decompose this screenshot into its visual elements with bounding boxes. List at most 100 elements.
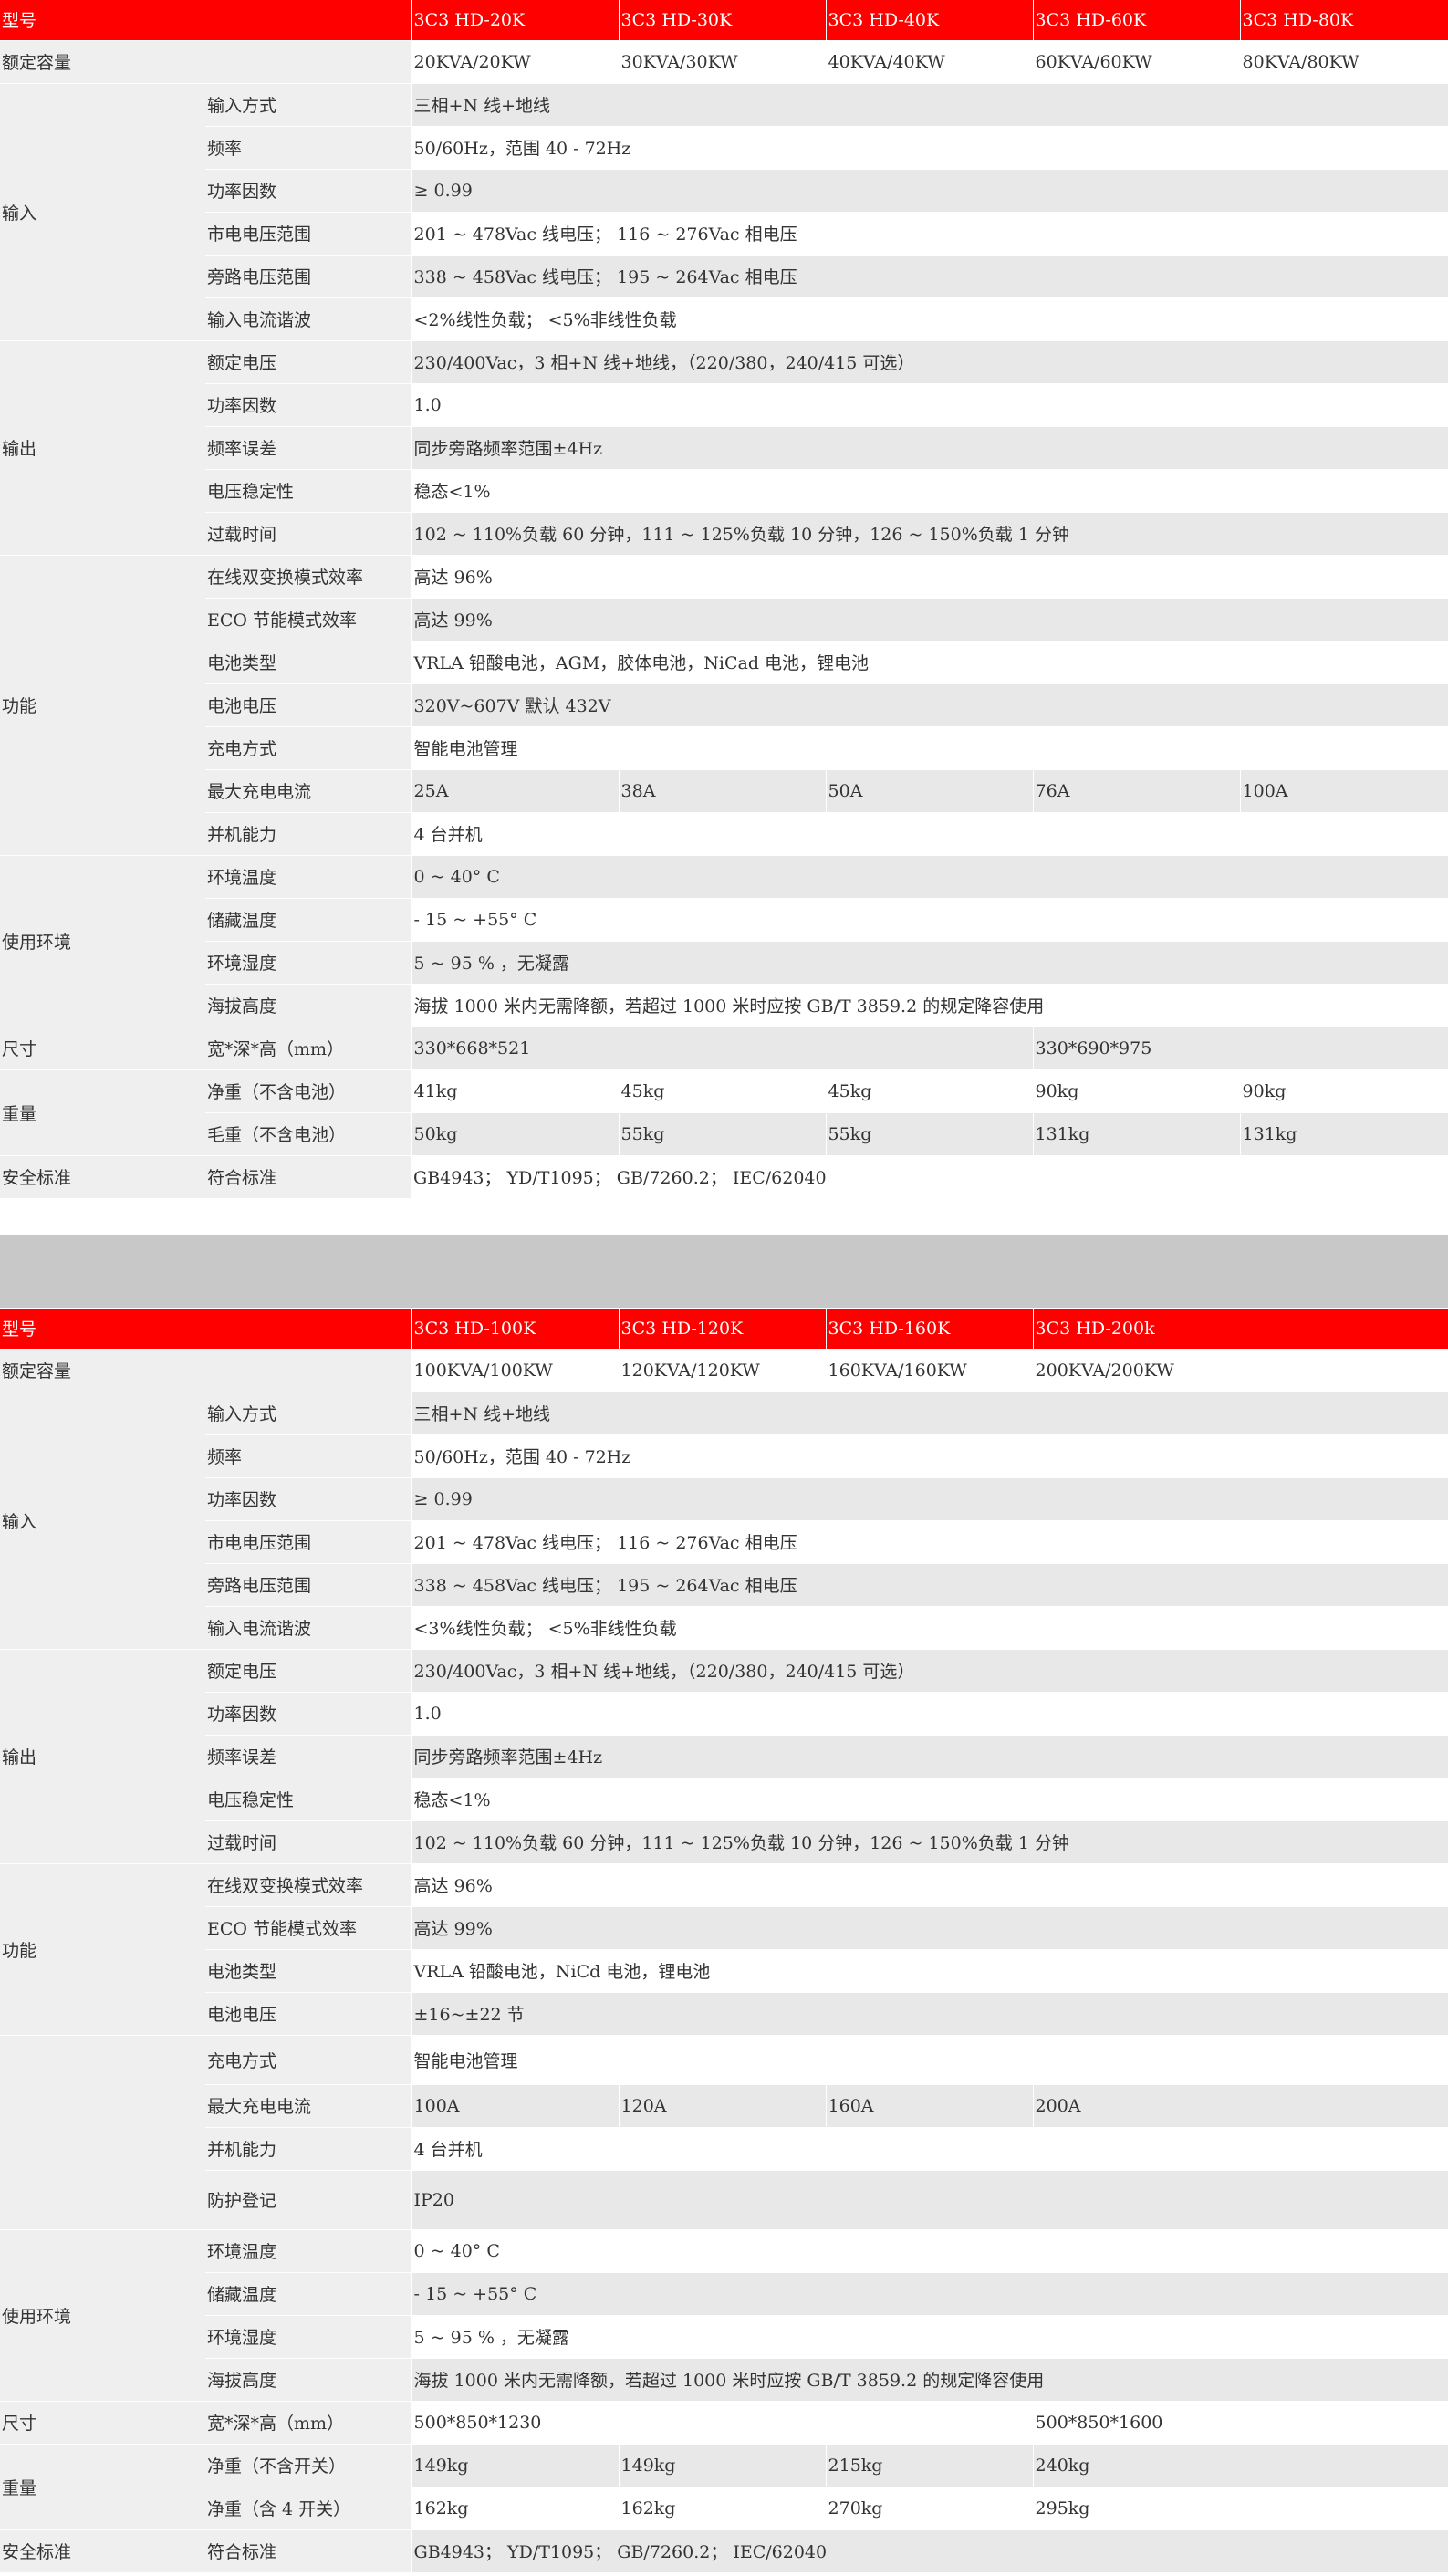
- function-extra-row: 充电方式 智能电池管理: [0, 2034, 1448, 2229]
- size-group-label: 尺寸: [0, 2400, 205, 2444]
- spec-label: ECO 节能模式效率: [205, 1905, 412, 1949]
- spec-label: 电压稳定性: [205, 468, 412, 512]
- output-group-label: 输出: [0, 339, 205, 555]
- spec-value: <3%线性负载； <5%非线性负载: [411, 1605, 1448, 1649]
- spec-label: 电池类型: [205, 640, 412, 683]
- function-extra-row: 最大充电电流 100A 120A 160A 200A: [0, 2083, 1448, 2127]
- spec-label: 海拔高度: [205, 983, 412, 1027]
- spec-label: 功率因数: [205, 382, 412, 426]
- spec-value: 4 台并机: [411, 2126, 1448, 2170]
- weight-value: 240kg: [1032, 2443, 1448, 2487]
- weight-value: 270kg: [825, 2486, 1034, 2529]
- size-value: 500*850*1600: [1032, 2400, 1448, 2444]
- weight-value: 45kg: [618, 1069, 827, 1112]
- spec-label: 充电方式: [205, 725, 412, 769]
- spec-label: 环境湿度: [205, 2314, 412, 2358]
- spec-value: 高达 96%: [411, 1862, 1448, 1906]
- spec-table-100k-200k: 型号 3C3 HD-100K 3C3 HD-120K 3C3 HD-160K 3…: [0, 1309, 1448, 2572]
- rated-capacity-label: 额定容量: [0, 39, 412, 83]
- function-row: 电池电压 320V~607V 默认 432V: [0, 683, 1448, 726]
- spec-label: 旁路电压范围: [205, 254, 412, 297]
- environment-row: 储藏温度 - 15 ~ +55° C: [0, 897, 1448, 941]
- input-row: 市电电压范围 201 ~ 478Vac 线电压； 116 ~ 276Vac 相电…: [0, 211, 1448, 255]
- environment-row: 海拔高度 海拔 1000 米内无需降额，若超过 1000 米时应按 GB/T 3…: [0, 983, 1448, 1027]
- weight-value: 45kg: [825, 1069, 1034, 1112]
- spec-label: 宽*深*高（mm）: [205, 1026, 412, 1069]
- output-row: 输出 额定电压 230/400Vac，3 相+N 线+地线，（220/380，2…: [0, 339, 1448, 555]
- spec-label: 最大充电电流: [205, 2083, 412, 2127]
- function-row: 功能 在线双变换模式效率 高达 96%: [0, 1862, 1448, 2035]
- spec-value: 230/400Vac，3 相+N 线+地线，（220/380，240/415 可…: [411, 339, 1448, 383]
- model-name: 3C3 HD-30K: [618, 0, 827, 40]
- capacity-value: 200KVA/200KW: [1032, 1348, 1448, 1392]
- function-group-label: 功能: [0, 554, 205, 855]
- input-row: 输入电流谐波 <3%线性负载； <5%非线性负载: [0, 1605, 1448, 1649]
- weight-value: 149kg: [618, 2443, 827, 2487]
- spec-value: 稳态<1%: [411, 1777, 1448, 1820]
- function-row: 电池类型 VRLA 铅酸电池，AGM，胶体电池，NiCad 电池，锂电池: [0, 640, 1448, 683]
- spec-value: 稳态<1%: [411, 468, 1448, 512]
- spec-value: 高达 99%: [411, 1905, 1448, 1949]
- output-row: 频率误差 同步旁路频率范围±4Hz: [0, 425, 1448, 469]
- spec-value: ≥ 0.99: [411, 1476, 1448, 1520]
- weight-value: 55kg: [618, 1111, 827, 1155]
- spec-value: GB4943； YD/T1095； GB/7260.2； IEC/62040: [411, 1154, 1448, 1198]
- spec-value: <2%线性负载； <5%非线性负载: [411, 297, 1448, 340]
- function-group-label: 功能: [0, 1862, 205, 2035]
- charge-current-value: 120A: [618, 2083, 827, 2127]
- spec-label: 在线双变换模式效率: [205, 554, 412, 598]
- weight-value: 162kg: [618, 2486, 827, 2529]
- spec-value: GB4943； YD/T1095； GB/7260.2； IEC/62040: [411, 2529, 1448, 2572]
- environment-group-label: 使用环境: [0, 854, 205, 1027]
- spec-value: - 15 ~ +55° C: [411, 897, 1448, 941]
- input-row: 输入 输入方式 三相+N 线+地线: [0, 82, 1448, 340]
- output-row: 功率因数 1.0: [0, 1691, 1448, 1735]
- safety-row: 安全标准 符合标准 GB4943； YD/T1095； GB/7260.2； I…: [0, 2529, 1448, 2572]
- spec-value: ≥ 0.99: [411, 168, 1448, 212]
- charge-current-value: 160A: [825, 2083, 1034, 2127]
- spec-label: 环境温度: [205, 2228, 412, 2272]
- function-row: 电池电压 ±16~±22 节: [0, 1991, 1448, 2035]
- function-extra-row: 并机能力 4 台并机: [0, 2126, 1448, 2170]
- spec-label: 输入方式: [205, 82, 412, 126]
- spec-label: 功率因数: [205, 1691, 412, 1735]
- spec-label: 充电方式: [205, 2034, 412, 2084]
- spec-label: 电池电压: [205, 1991, 412, 2035]
- rated-capacity-label: 额定容量: [0, 1348, 412, 1392]
- spec-value: 智能电池管理: [411, 725, 1448, 769]
- spec-label: 过载时间: [205, 1820, 412, 1863]
- charge-current-value: 200A: [1032, 2083, 1448, 2127]
- weight-row: 净重（含 4 开关） 162kg 162kg 270kg 295kg: [0, 2486, 1448, 2529]
- capacity-value: 60KVA/60KW: [1032, 39, 1241, 83]
- function-row: ECO 节能模式效率 高达 99%: [0, 597, 1448, 641]
- output-row: 电压稳定性 稳态<1%: [0, 468, 1448, 512]
- weight-value: 162kg: [411, 2486, 620, 2529]
- spec-label: 净重（含 4 开关）: [205, 2486, 412, 2529]
- spec-label: 旁路电压范围: [205, 1562, 412, 1606]
- input-row: 输入 输入方式 三相+N 线+地线: [0, 1391, 1448, 1649]
- weight-value: 41kg: [411, 1069, 620, 1112]
- rated-capacity-row: 额定容量 20KVA/20KW 30KVA/30KW 40KVA/40KW 60…: [0, 39, 1448, 83]
- spec-label: 最大充电电流: [205, 768, 412, 812]
- function-row: ECO 节能模式效率 高达 99%: [0, 1905, 1448, 1949]
- size-row: 尺寸 宽*深*高（mm） 330*668*521 330*690*975: [0, 1026, 1448, 1069]
- weight-row: 重量 净重（不含电池） 41kg 45kg 45kg 90kg 90kg: [0, 1069, 1448, 1155]
- spec-value: 三相+N 线+地线: [411, 82, 1448, 126]
- spec-label: ECO 节能模式效率: [205, 597, 412, 641]
- spec-label: 符合标准: [205, 1154, 412, 1198]
- output-row: 过载时间 102 ~ 110%负载 60 分钟，111 ~ 125%负载 10 …: [0, 1820, 1448, 1863]
- spec-label: 宽*深*高（mm）: [205, 2400, 412, 2444]
- function-row: 功能 在线双变换模式效率 高达 96%: [0, 554, 1448, 855]
- safety-group-label: 安全标准: [0, 1154, 205, 1198]
- model-name: 3C3 HD-60K: [1032, 0, 1241, 40]
- spec-value: 1.0: [411, 382, 1448, 426]
- spec-label: 电池电压: [205, 683, 412, 726]
- spec-label: 频率: [205, 125, 412, 169]
- charge-current-value: 100A: [411, 2083, 620, 2127]
- spec-label: 海拔高度: [205, 2357, 412, 2401]
- model-name: 3C3 HD-200k: [1032, 1309, 1448, 1349]
- capacity-value: 80KVA/80KW: [1239, 39, 1448, 83]
- spec-label: 输入电流谐波: [205, 297, 412, 340]
- spec-value: ±16~±22 节: [411, 1991, 1448, 2035]
- spec-value: 0 ~ 40° C: [411, 2228, 1448, 2272]
